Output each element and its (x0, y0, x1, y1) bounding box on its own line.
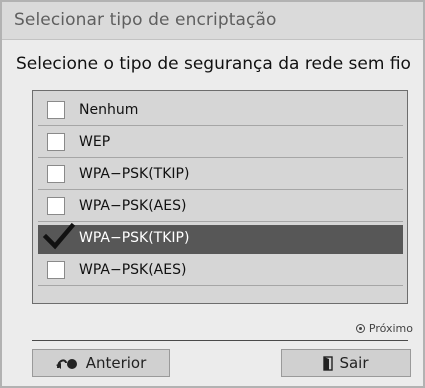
encryption-dialog: Selecionar tipo de encriptação Selecione… (0, 0, 425, 388)
check-mark-icon (42, 222, 76, 250)
option-label: Nenhum (79, 102, 139, 118)
option-row-wpa-psk-tkip[interactable]: WPA−PSK(TKIP) (38, 161, 403, 190)
dialog-subtitle: Selecione o tipo de segurança da rede se… (16, 54, 411, 74)
dialog-title: Selecionar tipo de encriptação (14, 10, 277, 30)
next-hint-label: Próximo (368, 322, 413, 335)
previous-button-label: Anterior (85, 354, 147, 372)
title-bar: Selecionar tipo de encriptação (2, 2, 423, 40)
checkbox[interactable] (47, 165, 65, 183)
checkbox[interactable] (47, 133, 65, 151)
ok-button-icon (355, 324, 365, 333)
encryption-option-list: Nenhum WEP WPA−PSK(TKIP) WPA−PSK(AES) WP… (32, 90, 408, 304)
footer-divider (32, 340, 408, 341)
option-label: WPA−PSK(TKIP) (79, 230, 190, 246)
option-label: WEP (79, 134, 111, 150)
option-label: WPA−PSK(AES) (79, 198, 187, 214)
checkbox[interactable] (47, 101, 65, 119)
checkbox[interactable] (47, 261, 65, 279)
option-row-wpa-psk-tkip-selected[interactable]: WPA−PSK(TKIP) (38, 222, 403, 254)
option-label: WPA−PSK(TKIP) (79, 166, 190, 182)
option-row-nenhum[interactable]: Nenhum (38, 97, 403, 126)
option-row-wpa-psk-aes[interactable]: WPA−PSK(AES) (38, 193, 403, 222)
checkbox[interactable] (47, 197, 65, 215)
option-label: WPA−PSK(AES) (79, 262, 187, 278)
previous-button[interactable]: Anterior (32, 349, 170, 377)
exit-door-icon (323, 355, 334, 371)
checkbox-checked[interactable] (42, 222, 76, 250)
exit-button-label: Sair (339, 354, 369, 372)
option-row-wpa-psk-aes-2[interactable]: WPA−PSK(AES) (38, 257, 403, 286)
remote-back-icon (55, 359, 77, 369)
next-hint: Próximo (355, 322, 413, 335)
exit-button[interactable]: Sair (281, 349, 411, 377)
option-row-wep[interactable]: WEP (38, 129, 403, 158)
